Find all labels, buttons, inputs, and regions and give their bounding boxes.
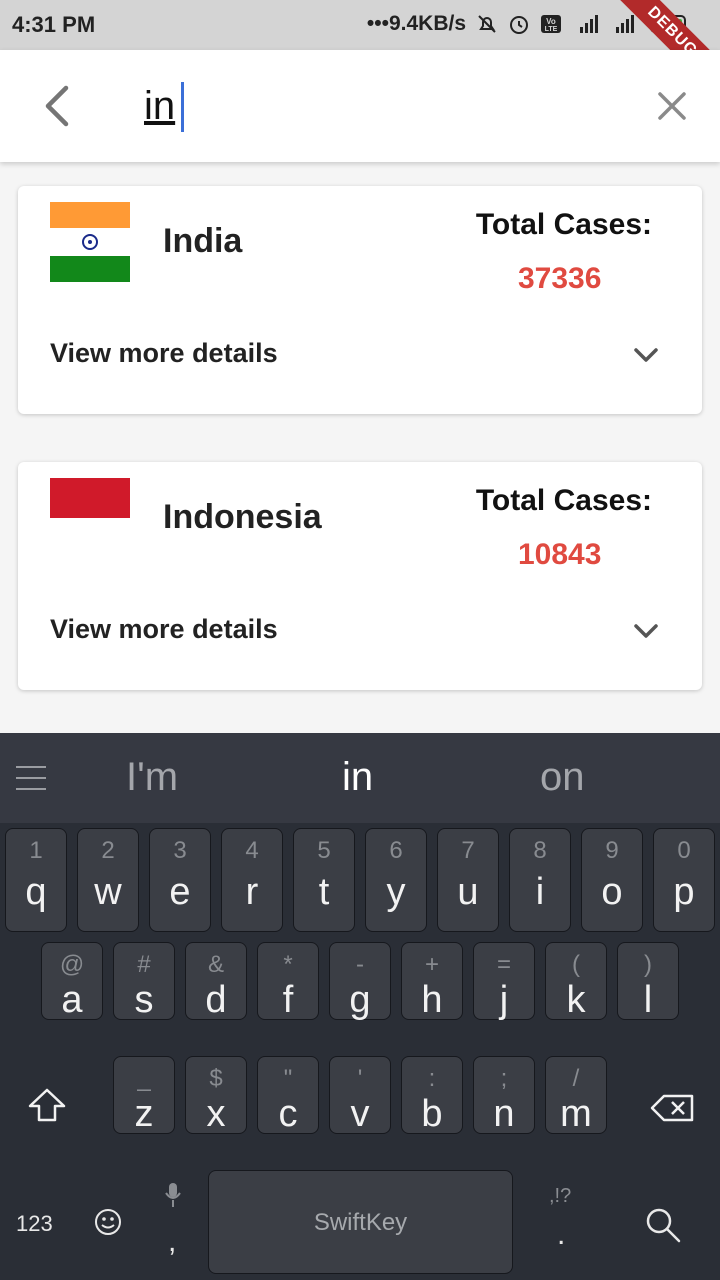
key-n[interactable]: ; n xyxy=(473,1056,535,1135)
suggestion-2[interactable]: in xyxy=(342,755,373,800)
key-q[interactable]: 1q xyxy=(5,828,67,932)
key-c[interactable]: " c xyxy=(257,1056,319,1135)
view-details-link[interactable]: View more details xyxy=(50,614,278,645)
key-j[interactable]: = j xyxy=(473,942,535,1021)
shift-icon[interactable] xyxy=(26,1086,68,1126)
comma-key[interactable]: , xyxy=(168,1225,176,1259)
result-card[interactable]: India Total Cases: 37336 View more detai… xyxy=(18,186,702,414)
emoji-icon[interactable] xyxy=(93,1207,123,1237)
keyboard: I'm in on 1q 2w 3e 4r 5t 6y 7u 8i 9o 0p … xyxy=(0,733,720,1280)
status-bar: 4:31 PM •••9.4KB/s Vo LTE DEBUG xyxy=(0,0,720,113)
space-key[interactable]: SwiftKey xyxy=(208,1170,513,1274)
key-o[interactable]: 9o xyxy=(581,828,643,932)
key-y[interactable]: 6y xyxy=(365,828,427,932)
country-name: India xyxy=(163,222,243,260)
key-s[interactable]: # s xyxy=(113,942,175,1021)
signal-4g-icon xyxy=(580,15,598,33)
text-caret xyxy=(181,82,184,132)
svg-text:LTE: LTE xyxy=(545,26,558,33)
key-u[interactable]: 7u xyxy=(437,828,499,932)
chevron-down-icon[interactable] xyxy=(632,344,660,366)
total-cases-label: Total Cases: xyxy=(475,484,652,517)
search-input[interactable] xyxy=(144,76,604,136)
search-header xyxy=(0,50,720,162)
key-v[interactable]: ' v xyxy=(329,1056,391,1135)
total-cases-value: 37336 xyxy=(518,262,602,295)
alarm-icon xyxy=(510,16,528,34)
key-r[interactable]: 4r xyxy=(221,828,283,932)
result-card[interactable]: Indonesia Total Cases: 10843 View more d… xyxy=(18,462,702,690)
total-cases-value: 10843 xyxy=(518,538,602,571)
suggestion-3[interactable]: on xyxy=(540,755,585,800)
key-h[interactable]: + h xyxy=(401,942,463,1021)
key-x[interactable]: $ x xyxy=(185,1056,247,1135)
key-k[interactable]: (k xyxy=(545,942,607,1021)
key-l[interactable]: ) l xyxy=(617,942,679,1021)
suggestion-1[interactable]: I'm xyxy=(126,755,178,800)
bell-off-icon xyxy=(478,15,496,33)
total-cases-label: Total Cases: xyxy=(475,208,652,241)
net-speed: •••9.4KB/s xyxy=(366,12,466,35)
period-key[interactable]: . xyxy=(557,1218,565,1252)
key-w[interactable]: 2w xyxy=(77,828,139,932)
country-name: Indonesia xyxy=(163,498,322,536)
key-t[interactable]: 5t xyxy=(293,828,355,932)
view-details-link[interactable]: View more details xyxy=(50,338,278,369)
key-g[interactable]: -g xyxy=(329,942,391,1021)
backspace-icon[interactable] xyxy=(650,1093,696,1123)
menu-icon[interactable] xyxy=(15,765,47,791)
microphone-icon[interactable] xyxy=(163,1181,183,1209)
close-icon[interactable] xyxy=(652,84,692,128)
svg-text:Vo: Vo xyxy=(546,17,556,26)
key-z[interactable]: _ z xyxy=(113,1056,175,1135)
india-flag-icon xyxy=(50,202,130,282)
chevron-down-icon[interactable] xyxy=(632,620,660,642)
key-m[interactable]: / m xyxy=(545,1056,607,1135)
key-e[interactable]: 3e xyxy=(149,828,211,932)
key-f[interactable]: * f xyxy=(257,942,319,1021)
key-p[interactable]: 0p xyxy=(653,828,715,932)
search-icon[interactable] xyxy=(643,1205,683,1245)
key-d[interactable]: & d xyxy=(185,942,247,1021)
suggestion-bar: I'm in on xyxy=(0,733,720,823)
indonesia-flag-icon xyxy=(50,478,130,558)
key-b[interactable]: :b xyxy=(401,1056,463,1135)
punctuation-hint: ,!? xyxy=(549,1185,572,1207)
swiftkey-logo: SwiftKey xyxy=(313,1209,408,1236)
status-time: 4:31 PM xyxy=(12,12,96,37)
volte-icon: VoLTE xyxy=(541,15,561,33)
numbers-key[interactable]: 123 xyxy=(16,1211,53,1237)
back-arrow-icon[interactable] xyxy=(36,82,80,130)
key-a[interactable]: @ a xyxy=(41,942,103,1021)
key-i[interactable]: 8i xyxy=(509,828,571,932)
